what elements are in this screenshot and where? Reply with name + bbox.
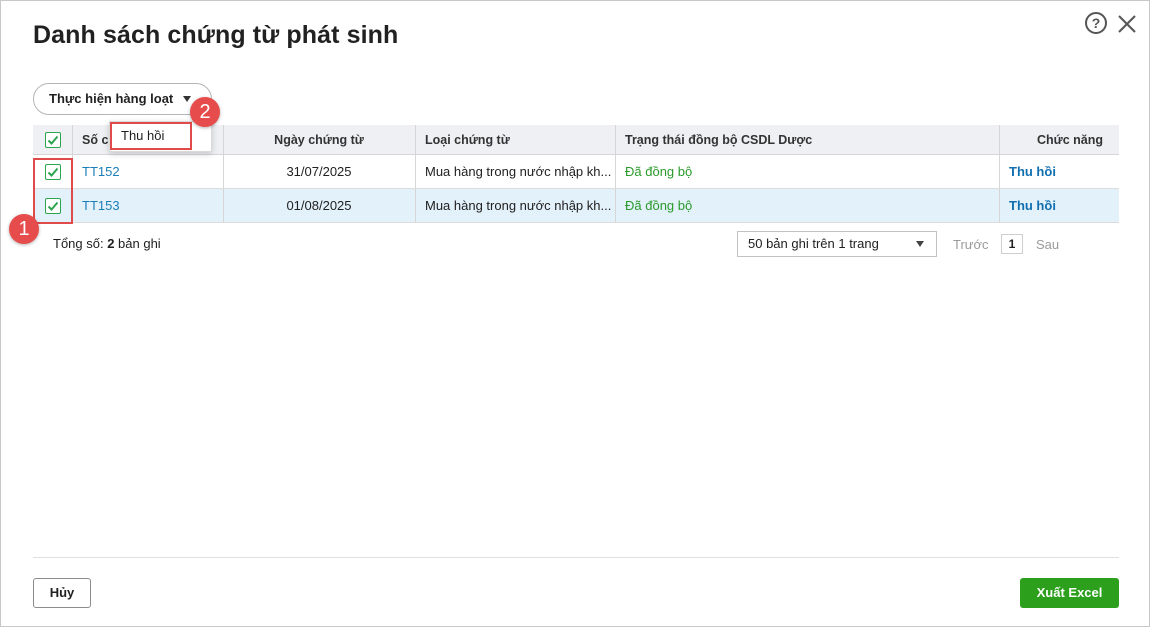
doc-date: 01/08/2025	[286, 198, 352, 213]
annotation-highlight-checkboxes	[33, 158, 73, 224]
sync-status: Đã đồng bộ	[625, 164, 693, 179]
help-icon[interactable]: ?	[1085, 12, 1107, 34]
caret-down-icon	[183, 96, 191, 102]
batch-actions-button[interactable]: Thực hiện hàng loạt	[33, 83, 212, 115]
batch-actions-menu: Thu hồi	[109, 121, 212, 152]
header-select-all	[33, 125, 72, 154]
page-size-select[interactable]: 50 bản ghi trên 1 trang	[737, 231, 937, 257]
record-total: Tổng số: 2 bản ghi	[53, 236, 161, 251]
doc-type: Mua hàng trong nước nhập kh...	[425, 164, 612, 179]
column-header-doc-type[interactable]: Loại chứng từ	[415, 125, 615, 154]
column-header-doc-date[interactable]: Ngày chứng từ	[223, 125, 415, 154]
doc-type: Mua hàng trong nước nhập kh...	[425, 198, 612, 213]
close-icon[interactable]	[1116, 13, 1138, 35]
dialog: Danh sách chứng từ phát sinh ? Thực hiện…	[0, 0, 1150, 627]
total-suffix: bản ghi	[114, 236, 161, 251]
table-row[interactable]: TT153 01/08/2025 Mua hàng trong nước nhậ…	[33, 189, 1119, 223]
select-all-checkbox[interactable]	[44, 131, 61, 148]
doc-number-link[interactable]: TT153	[82, 198, 120, 213]
batch-actions-label: Thực hiện hàng loạt	[49, 91, 174, 106]
annotation-badge-1: 1	[9, 214, 39, 244]
column-header-sync-status[interactable]: Trạng thái đồng bộ CSDL Dược	[615, 125, 999, 154]
column-header-actions: Chức năng	[1037, 132, 1103, 147]
sync-status: Đã đồng bộ	[625, 198, 693, 213]
export-excel-button[interactable]: Xuất Excel	[1020, 578, 1119, 608]
next-page-button[interactable]: Sau	[1036, 237, 1059, 252]
current-page[interactable]: 1	[1001, 234, 1023, 254]
recall-link[interactable]: Thu hồi	[1009, 164, 1056, 179]
dialog-title: Danh sách chứng từ phát sinh	[33, 21, 399, 49]
cancel-button[interactable]: Hủy	[33, 578, 91, 608]
doc-number-link[interactable]: TT152	[82, 164, 120, 179]
annotation-badge-2: 2	[190, 97, 220, 127]
caret-down-icon	[916, 241, 924, 247]
table-row[interactable]: TT152 31/07/2025 Mua hàng trong nước nhậ…	[33, 155, 1119, 189]
doc-date: 31/07/2025	[286, 164, 352, 179]
menu-item-recall[interactable]: Thu hồi	[110, 122, 192, 150]
page-size-label: 50 bản ghi trên 1 trang	[748, 236, 879, 251]
recall-link[interactable]: Thu hồi	[1009, 198, 1056, 213]
footer-divider	[33, 557, 1119, 558]
prev-page-button[interactable]: Trước	[953, 237, 989, 252]
total-prefix: Tổng số:	[53, 236, 108, 251]
